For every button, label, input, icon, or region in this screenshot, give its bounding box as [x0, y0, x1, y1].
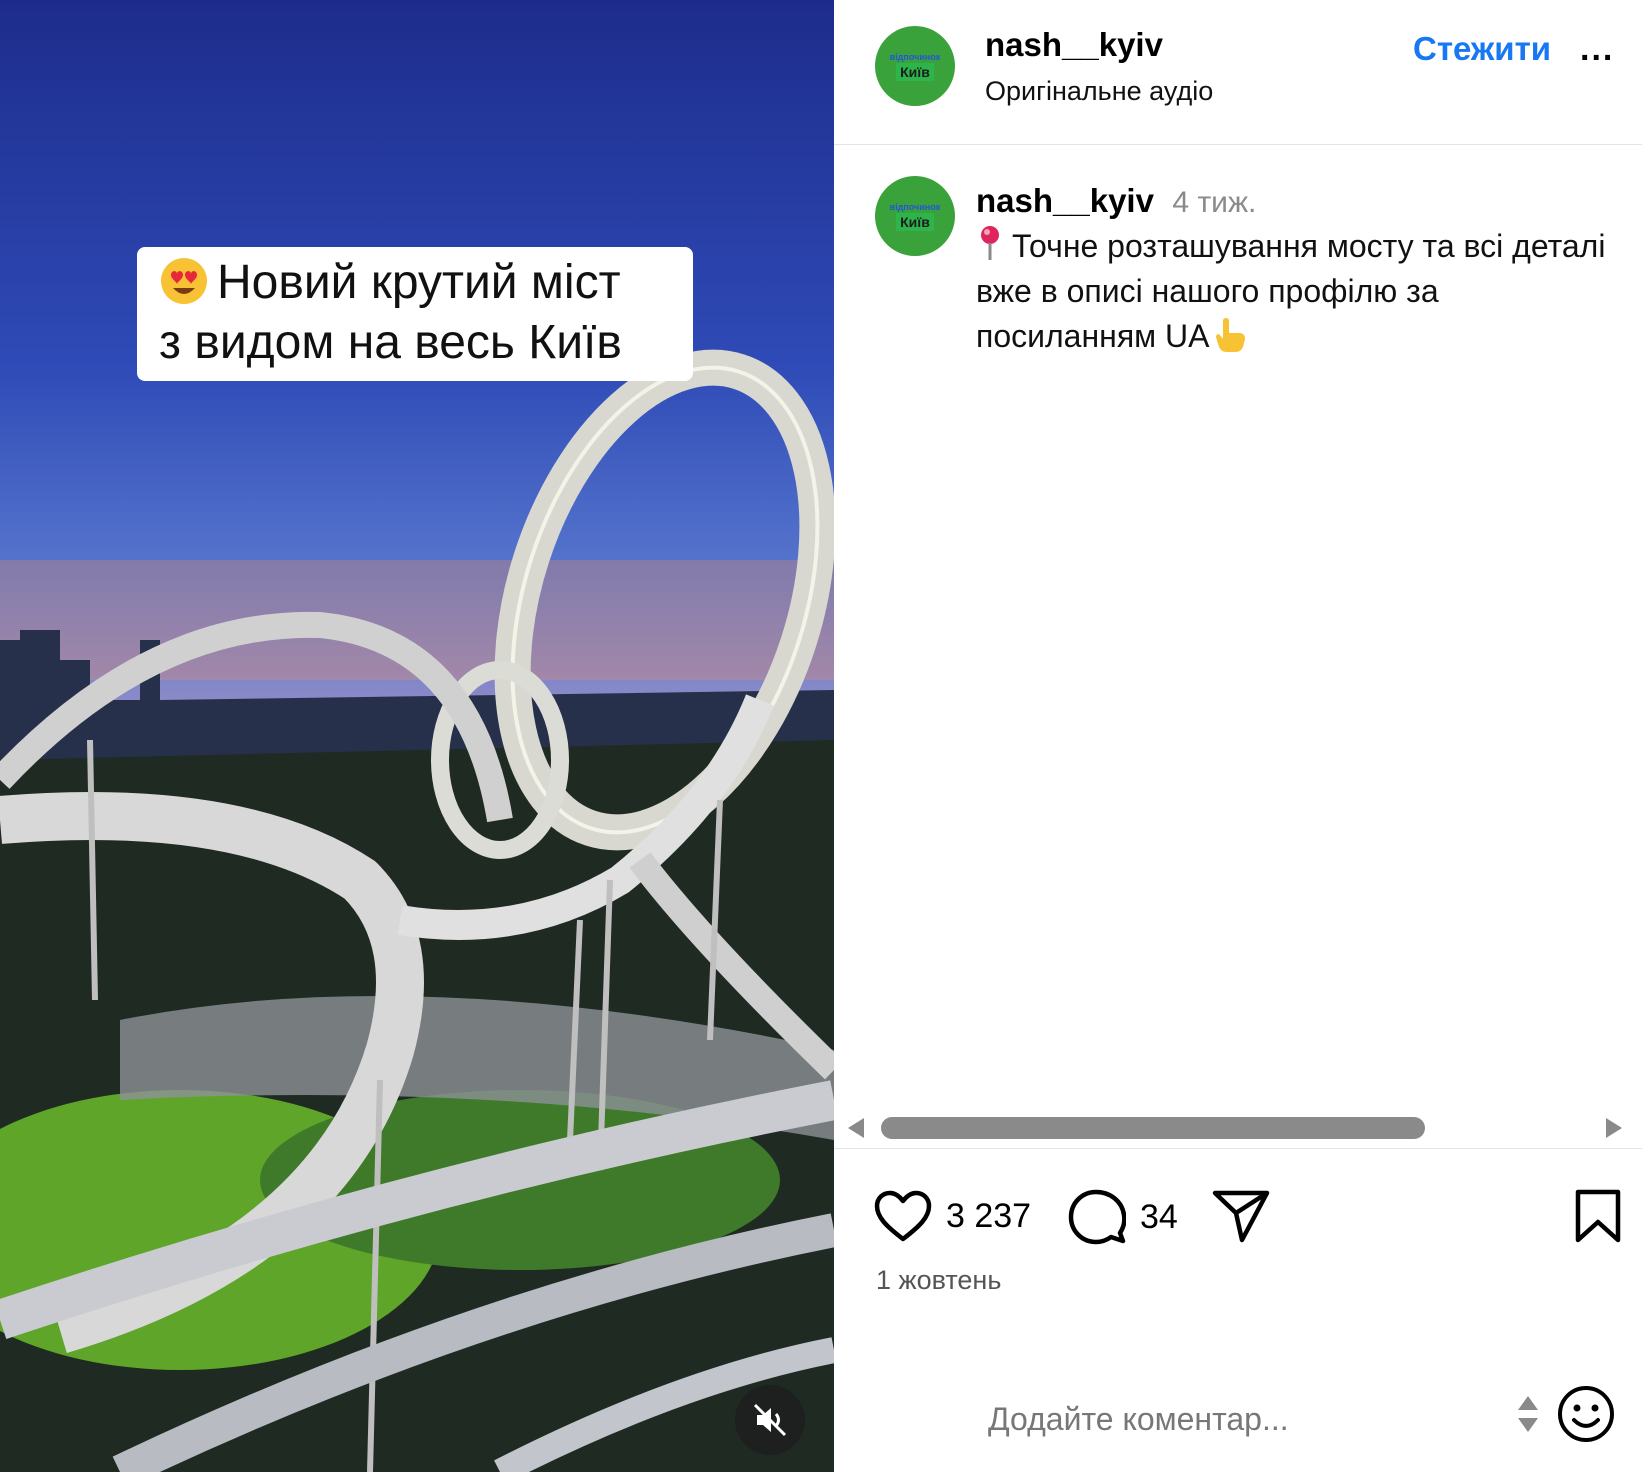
- author-username-link[interactable]: nash__kyiv: [985, 26, 1163, 64]
- caption-line-1: Новий крутий міст: [217, 256, 621, 309]
- comment-time[interactable]: 4 тиж.: [1172, 186, 1256, 219]
- comment-input[interactable]: [988, 1394, 1448, 1444]
- resize-handle-icon[interactable]: [1516, 1392, 1540, 1436]
- avatar[interactable]: відпочинок Київ: [875, 26, 955, 106]
- scroll-left-arrow-icon[interactable]: [846, 1116, 866, 1140]
- comment-action: 34: [1068, 1189, 1178, 1245]
- video-player[interactable]: Новий крутий міст з видом на весь Київ: [0, 0, 834, 1472]
- post-actions: 3 237 34 1 жовтень: [834, 1148, 1642, 1328]
- bookmark-icon[interactable]: [1574, 1189, 1622, 1243]
- instagram-post-view: Новий крутий міст з видом на весь Київ в…: [0, 0, 1642, 1472]
- scrollbar-thumb[interactable]: [881, 1117, 1425, 1139]
- pointing-up-hand-icon: [1216, 318, 1246, 352]
- comment-header: nash__kyiv 4 тиж.: [976, 182, 1256, 220]
- comment-text: Точне розташування мосту та всі деталі в…: [976, 228, 1606, 354]
- likes-count[interactable]: 3 237: [946, 1197, 1031, 1236]
- share-action: [1212, 1189, 1270, 1243]
- speaker-muted-icon: [753, 1403, 787, 1437]
- comment-username-link[interactable]: nash__kyiv: [976, 182, 1154, 219]
- heart-icon[interactable]: [874, 1189, 932, 1243]
- horizontal-scrollbar[interactable]: [834, 1108, 1642, 1148]
- post-header: відпочинок Київ nash__kyiv Оригінальне а…: [834, 0, 1642, 145]
- post-side-panel: відпочинок Київ nash__kyiv Оригінальне а…: [834, 0, 1642, 1472]
- more-options-button[interactable]: ...: [1580, 30, 1614, 69]
- like-action: 3 237: [874, 1189, 1031, 1243]
- scroll-right-arrow-icon[interactable]: [1604, 1116, 1624, 1140]
- avatar-top-text: відпочинок: [889, 51, 941, 62]
- add-comment-bar: [834, 1380, 1642, 1460]
- bridge-scene-image: [0, 349, 834, 1472]
- caption-line-2: з видом на весь Київ: [159, 316, 622, 369]
- comments-count[interactable]: 34: [1140, 1198, 1178, 1237]
- comment-bubble-icon[interactable]: [1068, 1189, 1126, 1245]
- avatar-top-text: відпочинок: [889, 201, 941, 212]
- round-pushpin-icon: [981, 226, 999, 260]
- avatar[interactable]: відпочинок Київ: [875, 176, 955, 256]
- share-paper-plane-icon[interactable]: [1212, 1189, 1270, 1243]
- original-audio-link[interactable]: Оригінальне аудіо: [985, 76, 1213, 107]
- post-date[interactable]: 1 жовтень: [876, 1265, 1001, 1296]
- emoji-smiley-icon[interactable]: [1556, 1384, 1616, 1444]
- mute-toggle-button[interactable]: [735, 1385, 805, 1455]
- smiling-face-with-heart-eyes-icon: [161, 258, 207, 304]
- follow-button[interactable]: Стежити: [1413, 30, 1551, 68]
- avatar-main-text: Київ: [896, 62, 934, 81]
- save-action: [1574, 1189, 1622, 1243]
- comment-text-block: Точне розташування мосту та всі деталі в…: [976, 224, 1616, 359]
- video-caption: Новий крутий міст з видом на весь Київ: [137, 247, 693, 381]
- avatar-main-text: Київ: [896, 212, 934, 231]
